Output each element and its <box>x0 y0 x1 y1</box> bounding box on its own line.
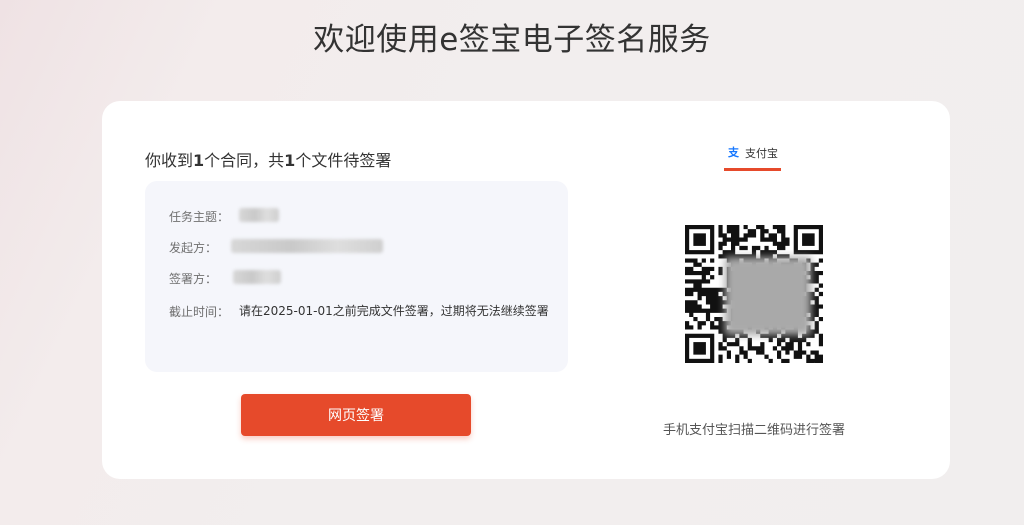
qr-finder-pattern <box>793 225 823 255</box>
qr-code-image <box>685 225 823 363</box>
signing-card: 你收到1个合同，共1个文件待签署 任务主题： 发起方： 签署方： 截止时间： 请… <box>102 101 950 479</box>
contract-count: 1 <box>193 151 205 170</box>
contract-info-box: 任务主题： 发起方： 签署方： 截止时间： 请在2025-01-01之前完成文件… <box>145 181 568 372</box>
alipay-icon: 支 <box>727 145 740 159</box>
tab-alipay-label: 支付宝 <box>745 147 778 160</box>
page-title: 欢迎使用e签宝电子签名服务 <box>313 22 711 58</box>
file-count: 1 <box>284 151 296 170</box>
signer-value <box>233 270 549 288</box>
signer-label: 签署方： <box>169 272 218 286</box>
qr-code <box>685 225 823 363</box>
tab-active-indicator <box>724 168 781 171</box>
redacted-signer <box>233 270 281 284</box>
redacted-initiator <box>231 239 383 253</box>
qr-finder-pattern <box>685 225 715 255</box>
summary-mid: 个合同，共 <box>204 151 285 170</box>
contract-summary: 你收到1个合同，共1个文件待签署 <box>145 147 391 171</box>
deadline-label: 截止时间： <box>169 305 230 319</box>
task-subject-label: 任务主题： <box>169 210 230 224</box>
deadline-value: 请在2025-01-01之前完成文件签署，过期将无法继续签署 <box>239 304 549 318</box>
task-subject-value <box>239 208 549 226</box>
summary-prefix: 你收到 <box>145 151 194 170</box>
tab-alipay[interactable]: 支 支付宝 <box>724 145 781 171</box>
web-sign-button[interactable]: 网页签署 <box>241 394 471 436</box>
summary-suffix: 个文件待签署 <box>295 151 392 170</box>
initiator-value <box>231 239 549 257</box>
redacted-task-subject <box>239 208 279 222</box>
qr-caption: 手机支付宝扫描二维码进行签署 <box>662 423 845 438</box>
initiator-label: 发起方： <box>169 241 218 255</box>
svg-text:支: 支 <box>727 145 740 159</box>
qr-redaction <box>725 257 811 335</box>
qr-finder-pattern <box>685 333 715 363</box>
